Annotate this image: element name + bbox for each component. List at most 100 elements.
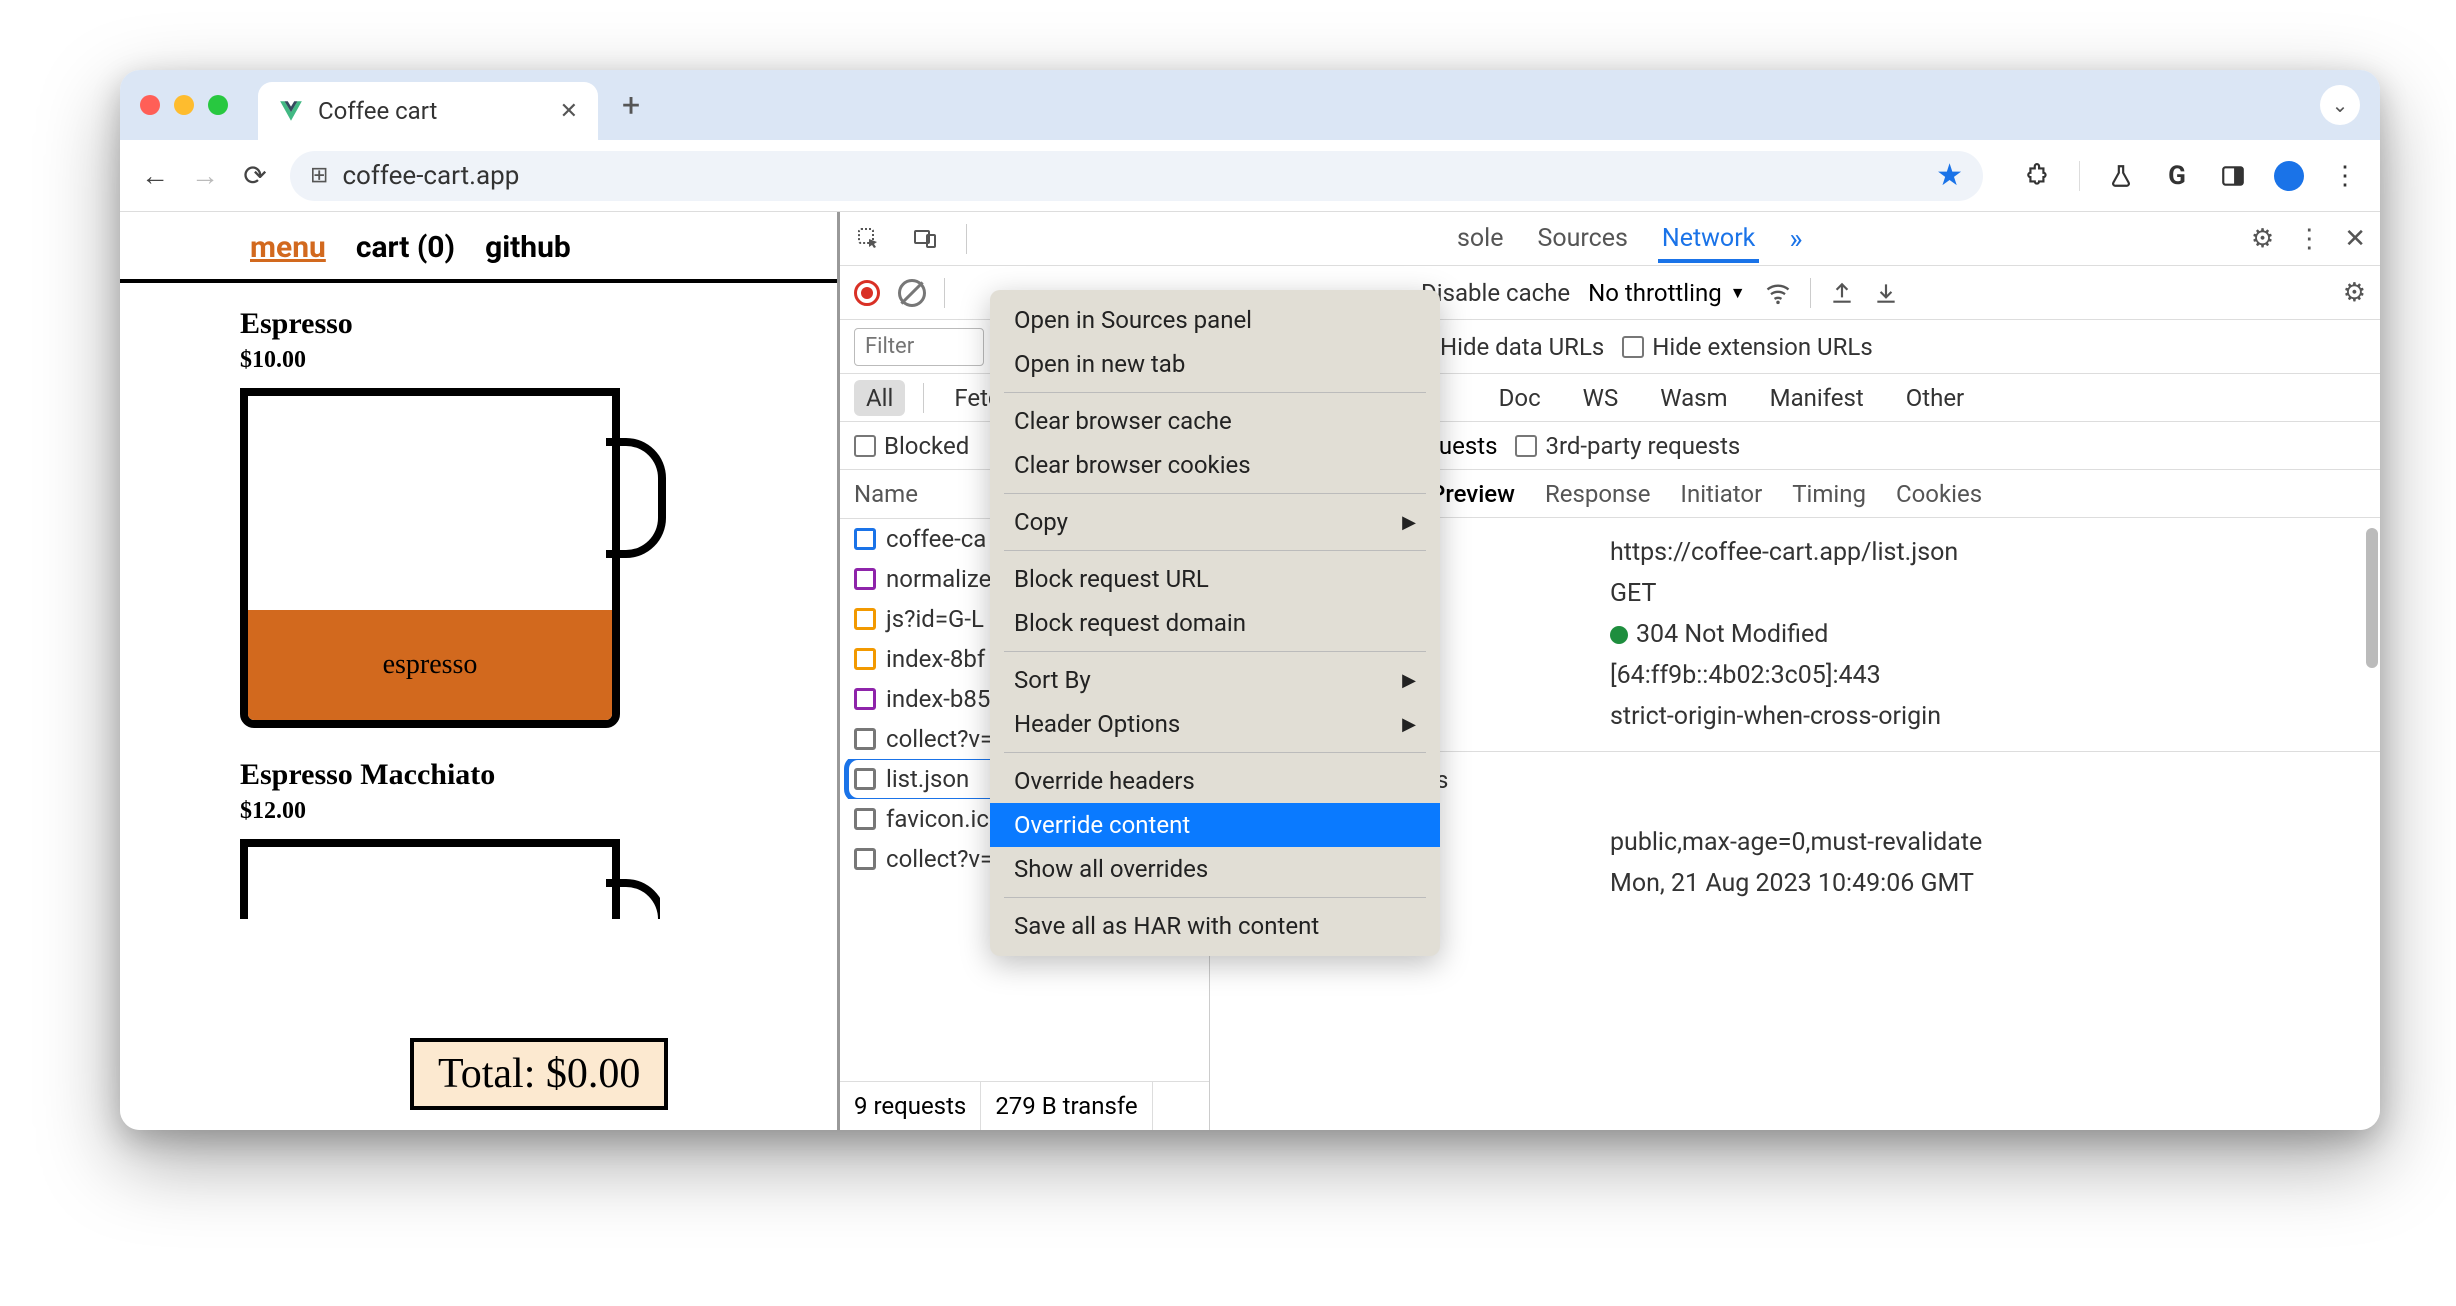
url-text: coffee-cart.app	[342, 161, 1922, 191]
cart-total[interactable]: Total: $0.00	[410, 1038, 668, 1110]
wifi-icon[interactable]	[1764, 279, 1792, 307]
filter-input[interactable]	[854, 328, 984, 366]
kebab-menu-icon[interactable]: ⋮	[2296, 224, 2322, 254]
separator	[1810, 278, 1811, 308]
ctx-block-url[interactable]: Block request URL	[990, 557, 1440, 601]
request-count: 9 requests	[840, 1082, 981, 1130]
ctx-copy-submenu[interactable]: Copy▶	[990, 500, 1440, 544]
separator	[944, 278, 945, 308]
settings-gear-icon[interactable]: ⚙	[2251, 224, 2274, 254]
ctx-clear-cookies[interactable]: Clear browser cookies	[990, 443, 1440, 487]
product-name: Espresso	[240, 307, 837, 341]
product-price: $12.00	[240, 798, 837, 825]
other-file-icon	[854, 808, 876, 830]
disable-cache-checkbox[interactable]: Disable cache	[1421, 279, 1570, 307]
separator	[1004, 392, 1426, 393]
close-devtools-icon[interactable]: ✕	[2344, 224, 2366, 254]
filter-all[interactable]: All	[854, 380, 905, 416]
filter-manifest[interactable]: Manifest	[1758, 380, 1876, 416]
sidepanel-icon[interactable]	[2218, 161, 2248, 191]
product-card: Espresso Macchiato $12.00	[120, 748, 837, 919]
request-url: https://coffee-cart.app/list.json	[1610, 538, 2360, 567]
product-name: Espresso Macchiato	[240, 758, 837, 792]
header-value: public,max-age=0,must-revalidate	[1610, 828, 2360, 857]
nav-github-link[interactable]: github	[485, 230, 571, 265]
ctx-save-har[interactable]: Save all as HAR with content	[990, 904, 1440, 948]
extensions-icon[interactable]	[2023, 161, 2053, 191]
status-dot-icon	[1610, 626, 1628, 644]
minimize-window-button[interactable]	[174, 95, 194, 115]
separator	[1004, 897, 1426, 898]
hide-ext-urls-checkbox[interactable]: Hide extension URLs	[1622, 333, 1872, 361]
ctx-block-domain[interactable]: Block request domain	[990, 601, 1440, 645]
filter-other[interactable]: Other	[1894, 380, 1976, 416]
detail-tab-timing[interactable]: Timing	[1792, 480, 1866, 508]
browser-tab-bar: Coffee cart ✕ + ⌄	[120, 70, 2380, 140]
ctx-sort-by-submenu[interactable]: Sort By▶	[990, 658, 1440, 702]
inspect-icon[interactable]	[854, 227, 884, 251]
tab-sources[interactable]: Sources	[1534, 214, 1632, 263]
tab-overflow-button[interactable]: ⌄	[2320, 85, 2360, 125]
site-info-icon[interactable]: ⊞	[310, 163, 328, 188]
throttling-select[interactable]: No throttling ▼	[1588, 279, 1745, 307]
detail-tab-initiator[interactable]: Initiator	[1680, 480, 1762, 508]
ctx-override-headers[interactable]: Override headers	[990, 759, 1440, 803]
more-tabs-icon[interactable]: »	[1789, 222, 1802, 255]
back-button[interactable]: ←	[140, 161, 170, 191]
nav-menu-link[interactable]: menu	[250, 230, 326, 265]
new-tab-button[interactable]: +	[622, 86, 640, 124]
reload-button[interactable]: ⟳	[240, 161, 270, 191]
remote-address: [64:ff9b::4b02:3c05]:443	[1610, 661, 2360, 690]
filter-doc[interactable]: Doc	[1487, 380, 1553, 416]
hide-data-urls-checkbox[interactable]: Hide data URLs	[1440, 333, 1604, 361]
google-icon[interactable]: G	[2162, 161, 2192, 191]
chevron-right-icon: ▶	[1402, 670, 1416, 691]
separator	[1004, 752, 1426, 753]
coffee-cup-graphic[interactable]: espresso	[240, 388, 660, 748]
ctx-clear-cache[interactable]: Clear browser cache	[990, 399, 1440, 443]
ctx-show-overrides[interactable]: Show all overrides	[990, 847, 1440, 891]
network-settings-gear-icon[interactable]: ⚙	[2343, 278, 2366, 308]
detail-tab-response[interactable]: Response	[1545, 480, 1650, 508]
ctx-open-sources[interactable]: Open in Sources panel	[990, 298, 1440, 342]
forward-button[interactable]: →	[190, 161, 220, 191]
coffee-cup-graphic[interactable]	[240, 839, 660, 919]
kebab-menu-icon[interactable]: ⋮	[2330, 161, 2360, 191]
separator	[1004, 493, 1426, 494]
profile-avatar-icon[interactable]	[2274, 161, 2304, 191]
css-file-icon	[854, 688, 876, 710]
nav-cart-link[interactable]: cart (0)	[356, 230, 455, 265]
referrer-policy: strict-origin-when-cross-origin	[1610, 702, 2360, 731]
upload-icon[interactable]	[1829, 280, 1855, 306]
blocked-checkbox[interactable]: Blocked	[854, 432, 969, 460]
detail-tab-cookies[interactable]: Cookies	[1896, 480, 1982, 508]
filter-ws[interactable]: WS	[1571, 380, 1631, 416]
address-bar[interactable]: ⊞ coffee-cart.app ★	[290, 151, 1983, 201]
ctx-open-new-tab[interactable]: Open in new tab	[990, 342, 1440, 386]
scrollbar-thumb[interactable]	[2366, 528, 2378, 668]
detail-tab-preview[interactable]: Preview	[1430, 480, 1515, 508]
separator	[966, 224, 967, 254]
chevron-right-icon: ▶	[1402, 714, 1416, 735]
context-menu: Open in Sources panel Open in new tab Cl…	[990, 290, 1440, 956]
browser-tab[interactable]: Coffee cart ✕	[258, 82, 598, 140]
close-window-button[interactable]	[140, 95, 160, 115]
filter-wasm[interactable]: Wasm	[1648, 380, 1739, 416]
ctx-override-content[interactable]: Override content	[990, 803, 1440, 847]
record-button[interactable]	[854, 280, 880, 306]
clear-button[interactable]	[898, 279, 926, 307]
tab-console[interactable]: sole	[1453, 214, 1508, 263]
tab-network[interactable]: Network	[1658, 214, 1759, 263]
flask-icon[interactable]	[2106, 161, 2136, 191]
close-tab-icon[interactable]: ✕	[560, 99, 578, 124]
device-toggle-icon[interactable]	[910, 227, 940, 251]
status-code: 304 Not Modified	[1610, 620, 2360, 649]
bookmark-star-icon[interactable]: ★	[1936, 158, 1963, 193]
ctx-header-options-submenu[interactable]: Header Options▶	[990, 702, 1440, 746]
network-footer: 9 requests 279 B transfe	[840, 1081, 1209, 1130]
maximize-window-button[interactable]	[208, 95, 228, 115]
third-party-checkbox[interactable]: 3rd-party requests	[1515, 432, 1740, 460]
css-file-icon	[854, 568, 876, 590]
header-value: Mon, 21 Aug 2023 10:49:06 GMT	[1610, 869, 2360, 898]
download-icon[interactable]	[1873, 280, 1899, 306]
